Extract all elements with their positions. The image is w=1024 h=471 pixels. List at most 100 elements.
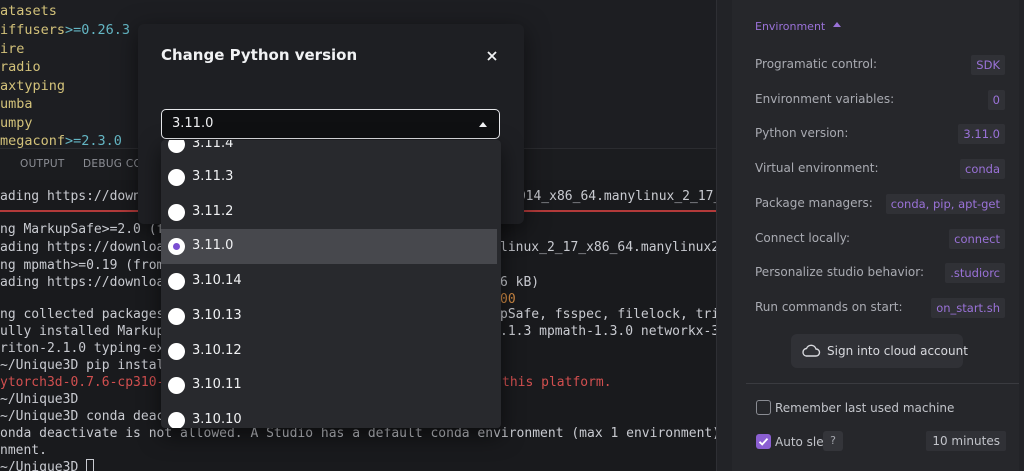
version-option-label: 3.10.10: [192, 412, 242, 427]
close-icon[interactable]: [485, 49, 499, 63]
setting-row: Personalize studio behavior: .studiorc: [755, 263, 1005, 283]
radio-button[interactable]: [168, 273, 185, 290]
terminal-line-fragment: .1.3 mpmath-1.3.0 networkx-3.2.: [500, 324, 716, 339]
setting-label: Environment variables:: [755, 92, 895, 106]
python-version-select[interactable]: 3.11.0: [161, 109, 500, 139]
setting-row: Virtual environment: conda: [755, 159, 1005, 179]
environment-section-toggle[interactable]: Environment: [755, 20, 825, 33]
version-option[interactable]: 3.11.4: [161, 140, 497, 162]
editor-line-text: ire: [0, 41, 25, 57]
check-icon: [758, 437, 769, 446]
python-version-select-value: 3.11.0: [172, 116, 214, 131]
setting-row: Environment variables: 0: [755, 90, 1005, 110]
setting-row: Connect locally: connect: [755, 229, 1005, 249]
editor-line-text: iffusers: [0, 22, 66, 38]
progress-bar-fill: [510, 210, 716, 212]
setting-label: Run commands on start:: [755, 300, 903, 314]
terminal-line-fragment: 6 kB): [500, 275, 540, 290]
version-option-label: 3.10.11: [192, 377, 242, 392]
terminal-line: ~/Unique3D pip install: [0, 358, 181, 373]
auto-sleep-checkbox[interactable]: [756, 434, 771, 449]
version-option[interactable]: 3.10.13: [161, 299, 497, 334]
setting-value-button[interactable]: 3.11.0: [958, 124, 1005, 144]
setting-value-button[interactable]: .studiorc: [945, 263, 1005, 283]
chevron-up-icon[interactable]: [833, 22, 841, 27]
terminal-line: ng collected packages:: [0, 307, 181, 322]
radio-button[interactable]: [168, 204, 185, 221]
version-option-label: 3.11.2: [192, 204, 234, 219]
sign-into-cloud-label: Sign into cloud account: [827, 344, 968, 358]
terminal-cursor: [86, 459, 95, 471]
setting-value-button[interactable]: 0: [987, 90, 1005, 110]
terminal-line: ading https://downlo: [0, 189, 157, 204]
editor-line: umba: [0, 95, 33, 113]
terminal-prompt: ~/Unique3D: [0, 459, 95, 471]
version-option[interactable]: 3.10.14: [161, 264, 497, 299]
editor-line: atasets: [0, 2, 57, 20]
setting-value-button[interactable]: connect: [949, 229, 1005, 249]
version-option[interactable]: 3.11.3: [161, 160, 497, 195]
terminal-line-fragment: 00: [500, 292, 516, 307]
editor-line-text: axtyping: [0, 78, 66, 94]
setting-label: Virtual environment:: [755, 161, 879, 175]
version-option-label: 3.11.4: [192, 140, 234, 151]
radio-button[interactable]: [168, 377, 185, 394]
terminal-line: ading https://download.: [0, 240, 181, 255]
editor-line: axtyping: [0, 77, 65, 95]
version-option-selected[interactable]: 3.11.0: [161, 229, 497, 264]
version-option[interactable]: 3.10.12: [161, 334, 497, 369]
terminal-line: riton-2.1.0 typing-exte: [0, 341, 181, 356]
radio-button[interactable]: [168, 308, 185, 325]
version-option[interactable]: 3.11.2: [161, 195, 497, 230]
settings-sidebar: Environment Programatic control: SDK Env…: [716, 0, 1024, 471]
setting-label: Personalize studio behavior:: [755, 265, 925, 279]
version-option-label: 3.10.12: [192, 343, 242, 358]
setting-value-button[interactable]: conda: [960, 159, 1005, 179]
remember-machine-label: Remember last used machine: [775, 401, 955, 415]
setting-label: Connect locally:: [755, 231, 850, 245]
terminal-line: ading https://download.: [0, 275, 181, 290]
auto-sleep-duration-select[interactable]: 10 minutes: [926, 431, 1006, 451]
radio-button[interactable]: [168, 343, 185, 360]
editor-line-text: umpy: [0, 115, 33, 131]
editor-line-text: radio: [0, 59, 41, 75]
radio-button-checked[interactable]: [168, 238, 185, 255]
terminal-error-line: ytorch3d-0.7.6-cp310-cp: [0, 375, 181, 390]
editor-line-text: umba: [0, 96, 33, 112]
terminal-line: ng MarkupSafe>=2.0 (fro: [0, 222, 181, 237]
version-option-label: 3.11.0: [192, 238, 234, 253]
setting-row: Package managers: conda, pip, apt-get: [755, 194, 1005, 214]
version-option[interactable]: 3.10.10: [161, 403, 497, 428]
terminal-line: onda deactivate is not allowed. A Studio…: [0, 426, 716, 441]
divider: [746, 383, 1019, 384]
editor-line: umpy: [0, 114, 33, 132]
radio-button[interactable]: [168, 412, 185, 428]
cloud-icon: [802, 344, 821, 357]
dropdown-scrollbar[interactable]: [497, 140, 500, 428]
setting-value-button[interactable]: SDK: [971, 55, 1005, 75]
sign-into-cloud-button[interactable]: Sign into cloud account: [791, 334, 968, 368]
version-option-label: 3.10.13: [192, 308, 242, 323]
terminal-line: ng mpmath>=0.19 (from s: [0, 258, 181, 273]
environment-panel: Environment Programatic control: SDK Env…: [732, 0, 1019, 471]
terminal-line-fragment: linux_2_17_x86_64.manylinux2014: [500, 240, 716, 255]
dialog-title: Change Python version: [161, 46, 358, 64]
remember-machine-checkbox[interactable]: [756, 400, 771, 415]
version-option-label: 3.10.14: [192, 273, 242, 288]
setting-row: Python version: 3.11.0: [755, 124, 1005, 144]
version-option[interactable]: 3.10.11: [161, 368, 497, 403]
setting-value-button[interactable]: on_start.sh: [931, 298, 1005, 318]
radio-button[interactable]: [168, 140, 185, 153]
terminal-prompt-text: ~/Unique3D: [0, 460, 87, 471]
terminal-line: ully installed MarkupSa: [0, 324, 181, 339]
setting-row: Programatic control: SDK: [755, 55, 1005, 75]
editor-line-op: >=0.26.3: [65, 22, 131, 38]
radio-button[interactable]: [168, 169, 185, 186]
python-version-dropdown[interactable]: 3.11.4 3.11.3 3.11.2 3.11.0 3.10.14 3.10…: [161, 140, 501, 428]
help-icon[interactable]: ?: [823, 431, 843, 451]
tab-output[interactable]: OUTPUT: [20, 158, 65, 170]
editor-line: ire: [0, 40, 24, 58]
setting-value-button[interactable]: conda, pip, apt-get: [885, 194, 1005, 214]
setting-row: Run commands on start: on_start.sh: [755, 298, 1005, 318]
terminal-line-fragment: 2014_x86_64.manylinux_2_17_x: [510, 189, 716, 204]
